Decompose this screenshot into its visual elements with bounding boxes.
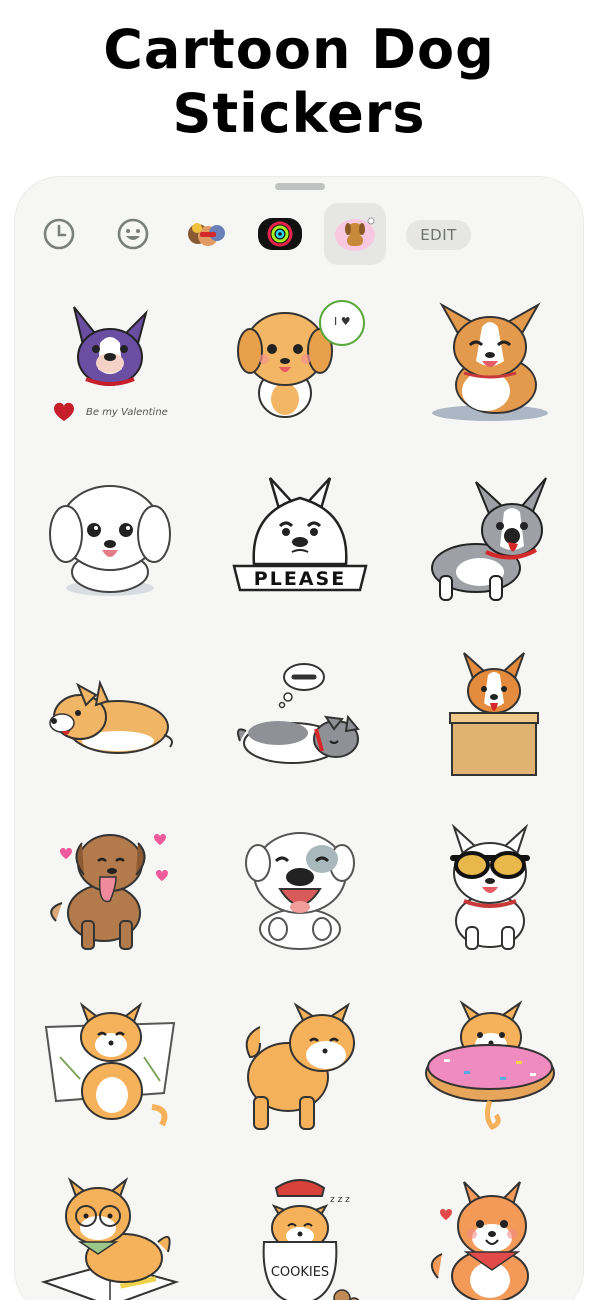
maltese-puppy-image <box>49 485 171 596</box>
shiba-in-donut-image <box>425 1000 555 1131</box>
sticker-husky-sleeping-dreaming[interactable] <box>230 647 370 787</box>
memoji-tab[interactable] <box>175 203 237 265</box>
sticker-corgi-sitting[interactable] <box>420 287 560 427</box>
sticker-french-bulldog-valentine[interactable]: Be my Valentine <box>40 287 180 427</box>
sticker-shiba-bandana-heart[interactable] <box>420 1172 560 1300</box>
dog-sticker-pack-icon <box>335 217 375 251</box>
white-dog-sunglasses-image <box>450 823 530 950</box>
sticker-shiba-cookie-jar[interactable]: COOKIES z z z <box>230 1172 370 1300</box>
brown-dog-image <box>50 834 168 950</box>
svg-text:Be my Valentine: Be my Valentine <box>86 407 168 418</box>
edit-button[interactable]: EDIT <box>406 220 471 250</box>
svg-text:z z z: z z z <box>330 1195 350 1205</box>
page-headline: Cartoon Dog Stickers <box>0 18 598 146</box>
sticker-corgi-lying[interactable] <box>40 647 180 787</box>
husky-sleeping-image <box>237 663 360 764</box>
shiba-looking-back-image <box>245 1002 355 1130</box>
corgi-sitting-image <box>432 302 548 421</box>
sticker-shiba-looking-back[interactable] <box>230 997 370 1137</box>
dog-stickers-tab[interactable] <box>324 203 386 265</box>
corgi-in-box-image <box>449 652 539 776</box>
clock-icon <box>43 218 75 250</box>
sticker-sheet: EDIT Be my Valentine I ♥ PLEASE COOKIES … <box>14 176 584 1300</box>
valentine-caption: Be my Valentine <box>86 407 168 418</box>
sticker-white-dog-laughing[interactable] <box>230 817 370 957</box>
recents-tab[interactable] <box>28 203 90 265</box>
emoji-tab[interactable] <box>102 203 164 265</box>
headline-line-1: Cartoon Dog <box>103 18 495 81</box>
golden-puppy-image: I ♥ <box>237 300 365 418</box>
svg-text:COOKIES: COOKIES <box>271 1265 329 1280</box>
sticker-golden-puppy-speech-bubble[interactable]: I ♥ <box>230 287 370 427</box>
shiba-reading-image <box>40 1177 180 1300</box>
activity-tab[interactable] <box>249 203 311 265</box>
sticker-shiba-in-donut[interactable] <box>420 997 560 1137</box>
sticker-corgi-in-box[interactable] <box>420 647 560 787</box>
activity-rings-icon <box>258 218 302 250</box>
memoji-icon <box>188 223 225 246</box>
sticker-maltese-puppy[interactable] <box>40 472 180 612</box>
sticker-shiba-on-pillow[interactable] <box>40 997 180 1137</box>
sheet-grabber[interactable] <box>275 183 325 190</box>
sticker-shiba-reading-book[interactable] <box>40 1172 180 1300</box>
smiley-icon <box>117 218 149 250</box>
svg-text:PLEASE: PLEASE <box>254 568 346 590</box>
sticker-category-bar: EDIT <box>15 203 585 267</box>
sticker-brown-dog-hearts[interactable] <box>40 817 180 957</box>
gray-corgi-image <box>431 477 547 601</box>
headline-line-2: Stickers <box>172 82 426 145</box>
svg-text:I ♥: I ♥ <box>334 315 351 328</box>
corgi-lying-image <box>49 679 173 754</box>
samoyed-please-image: PLEASE <box>232 477 368 592</box>
sticker-samoyed-please-banner[interactable]: PLEASE <box>230 472 370 612</box>
sticker-gray-corgi-tongue[interactable] <box>420 472 560 612</box>
shiba-on-pillow-image <box>44 1002 176 1127</box>
white-dog-laughing-image <box>245 832 355 950</box>
shiba-bandana-image <box>431 1181 529 1300</box>
sticker-white-dog-sunglasses[interactable] <box>420 817 560 957</box>
shiba-cookie-jar-image: COOKIES z z z <box>262 1179 360 1300</box>
